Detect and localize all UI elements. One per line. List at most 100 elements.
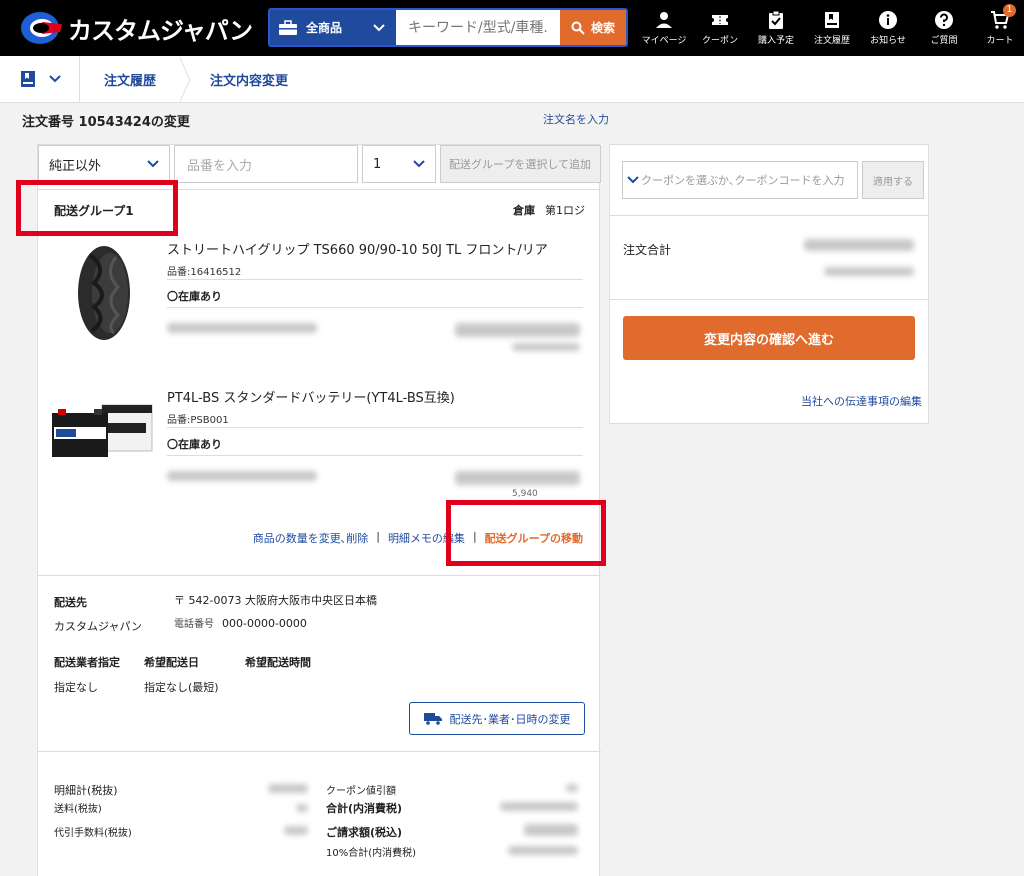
time-label: 希望配送時間 <box>245 656 311 669</box>
separator: | <box>376 530 380 543</box>
part-number-input[interactable]: 品番を入力 <box>174 145 358 183</box>
confirm-changes-button[interactable]: 変更内容の確認へ進む <box>623 316 915 360</box>
partial-price: 5,940 <box>512 489 538 499</box>
coupon-discount-label: クーポン値引額 <box>326 786 396 797</box>
redacted-total <box>804 239 914 251</box>
product-name[interactable]: ストリートハイグリップ TS660 90/90-10 50J TL フロント/リ… <box>167 239 548 258</box>
tax10-label: 10%合計(内消費税) <box>326 848 417 859</box>
nav-label: ご質問 <box>930 36 958 46</box>
chevron-down-icon <box>373 23 385 31</box>
nav-label: お知らせ <box>870 36 906 46</box>
warehouse-value: 第1ロジ <box>545 204 585 217</box>
product-name[interactable]: PT4L-BS スタンダードバッテリー(YT4L-BS互換) <box>167 387 455 406</box>
stock-status: 〇在庫あり <box>167 438 222 451</box>
phone-label: 電話番号 <box>174 619 214 630</box>
search-input[interactable] <box>396 10 560 45</box>
divider <box>610 299 928 300</box>
nav-mypage[interactable]: マイページ <box>636 8 692 46</box>
product-code: 品番:16416512 <box>167 267 242 278</box>
nav-label: マイページ <box>641 36 687 46</box>
stock-status: 〇在庫あり <box>167 290 222 303</box>
dest-label: 配送先 <box>54 596 87 609</box>
divider <box>167 279 583 280</box>
redacted-price <box>455 471 580 485</box>
nav-news[interactable]: お知らせ <box>860 8 916 46</box>
shipping-info: 配送先 カスタムジャパン 〒 542-0073 大阪府大阪市中央区日本橋 電話番… <box>38 575 601 751</box>
apply-coupon-button[interactable]: 適用する <box>862 161 924 199</box>
quantity-value: 1 <box>373 156 382 172</box>
logo-text: カスタムジャパン <box>68 16 253 45</box>
nav-history[interactable]: 注文履歴 <box>804 8 860 46</box>
nav-label: 購入予定 <box>757 36 794 46</box>
dest-address: 〒 542-0073 大阪府大阪市中央区日本橋 <box>174 594 377 607</box>
history-menu-toggle[interactable] <box>0 55 80 103</box>
site-logo[interactable]: カスタムジャパン <box>20 10 253 46</box>
carrier-label: 配送業者指定 <box>54 656 120 669</box>
divider <box>167 427 583 428</box>
cart-count-badge: 1 <box>1003 4 1016 17</box>
quantity-select[interactable]: 1 <box>362 145 436 183</box>
type-select-value: 純正以外 <box>49 158 102 174</box>
info-icon <box>879 11 897 29</box>
part-number-placeholder: 品番を入力 <box>187 158 253 174</box>
category-label: 全商品 <box>306 21 343 35</box>
toolbox-icon <box>279 19 297 35</box>
billing-label: ご請求額(税込) <box>326 826 403 839</box>
help-icon <box>935 11 953 29</box>
clipboard-check-icon <box>769 10 783 29</box>
order-total-panel: クーポンを選ぶか､クーポンコードを入力 適用する 注文合計 変更内容の確認へ進む… <box>609 144 929 424</box>
carrier-value: 指定なし <box>54 681 98 694</box>
breadcrumb-order-history[interactable]: 注文履歴 <box>80 55 191 103</box>
page-title: 注文番号 10543424の変更 <box>22 115 190 130</box>
tire-image[interactable] <box>50 243 160 343</box>
search-button[interactable]: 検索 <box>560 10 626 45</box>
breadcrumb: 注文履歴 注文内容変更 <box>0 55 1024 103</box>
add-to-group-button[interactable]: 配送グループを選択して追加 <box>440 145 601 183</box>
change-shipping-label: 配送先･業者･日時の変更 <box>449 712 571 726</box>
warehouse-info: 倉庫 第1ロジ <box>513 202 585 218</box>
change-shipping-button[interactable]: 配送先･業者･日時の変更 <box>409 702 585 735</box>
product-item: PT4L-BS スタンダードバッテリー(YT4L-BS互換) 品番:PSB001… <box>50 387 590 517</box>
category-select[interactable]: 全商品 <box>270 10 396 45</box>
redacted-value <box>268 784 308 793</box>
change-quantity-link[interactable]: 商品の数量を変更､削除 <box>253 530 369 546</box>
nav-cart[interactable]: カート 1 <box>972 4 1024 46</box>
coupon-select[interactable]: クーポンを選ぶか､クーポンコードを入力 <box>622 161 858 199</box>
redacted-value <box>508 846 578 855</box>
nav-planned[interactable]: 購入予定 <box>748 8 804 46</box>
nav-coupon[interactable]: クーポン <box>692 8 748 46</box>
redacted-value <box>500 802 578 811</box>
redacted-value <box>524 824 578 836</box>
ticket-icon <box>712 15 728 25</box>
redacted-total-tax <box>824 267 914 276</box>
nav-label: クーポン <box>701 36 738 46</box>
coupon-row: クーポンを選ぶか､クーポンコードを入力 適用する <box>622 161 924 199</box>
chevron-down-icon <box>147 160 159 168</box>
dest-name: カスタムジャパン <box>54 620 142 633</box>
cod-fee-label: 代引手数料(税抜) <box>54 828 132 839</box>
nav-faq[interactable]: ご質問 <box>916 8 972 46</box>
chevron-down-icon <box>413 160 425 168</box>
person-icon <box>656 12 672 28</box>
redacted-unit-price <box>167 471 317 481</box>
product-item: ストリートハイグリップ TS660 90/90-10 50J TL フロント/リ… <box>50 239 590 369</box>
order-summary: 明細計(税抜) 送料(税抜) 代引手数料(税抜) クーポン値引額 合計(内消費税… <box>38 751 601 876</box>
divider <box>167 307 583 308</box>
redacted-tax <box>512 343 580 351</box>
edit-message-link[interactable]: 当社への伝達事項の編集 <box>801 393 922 409</box>
chevron-down-icon <box>627 176 639 184</box>
battery-image[interactable] <box>50 401 160 501</box>
chevron-down-icon <box>48 75 61 83</box>
redacted-price <box>455 323 580 337</box>
add-item-row: 純正以外 品番を入力 1 配送グループを選択して追加 <box>38 145 601 185</box>
coupon-placeholder: クーポンを選ぶか､クーポンコードを入力 <box>641 174 845 187</box>
search-button-label: 検索 <box>590 21 615 35</box>
type-select[interactable]: 純正以外 <box>38 145 170 183</box>
nav-label: カート <box>986 36 1014 46</box>
order-name-link[interactable]: 注文名を入力 <box>543 111 609 127</box>
nav-label: 注文履歴 <box>813 36 850 46</box>
divider <box>610 215 928 216</box>
top-header: カスタムジャパン 全商品 検索 マイページ クーポン 購入予定 注文履歴 <box>0 0 1024 56</box>
top-nav: マイページ クーポン 購入予定 注文履歴 お知らせ ご質問 カート 1 <box>636 4 1024 46</box>
truck-icon <box>423 713 442 725</box>
